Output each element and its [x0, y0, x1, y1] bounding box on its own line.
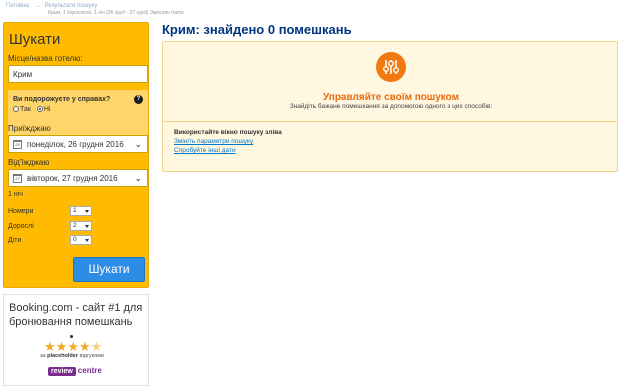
notice-subtext: Знайдіть бажане помешкання за допомогою …	[289, 103, 493, 110]
option-title: Використайте вікно пошуку зліва	[174, 129, 282, 136]
star-icon: ★	[55, 339, 68, 354]
reviews-suffix: відгуками	[79, 353, 105, 359]
promo-headline: Booking.com - сайт #1 для бронювання пом…	[9, 302, 143, 328]
destination-label: Місце/назва готелю:	[8, 54, 83, 63]
nights-count: 1 ніч	[8, 191, 23, 198]
search-summary: Крим, 1 дорослого, 1 ніч (26 груд - 27 г…	[48, 10, 184, 17]
breadcrumb: Головна → Результати пошуку Крим, 1 доросл…	[6, 3, 184, 17]
logo-review-part: review	[48, 367, 76, 376]
rooms-label: Номери	[8, 208, 34, 215]
radio-yes[interactable]	[13, 106, 19, 112]
children-label: Діти	[8, 237, 22, 244]
reviews-text: за placeholder відгуками	[40, 353, 104, 359]
sliders-icon	[376, 52, 406, 82]
chevron-down-icon: ⌄	[134, 139, 142, 149]
radio-yes-label: Так	[20, 106, 31, 113]
chevron-down-icon: ⌄	[134, 173, 142, 183]
business-travel-question: Ви подорожуєте у справах?	[13, 96, 111, 103]
star-icon: ★	[67, 339, 79, 354]
star-icon: ★	[44, 339, 56, 354]
bullet-dot	[70, 335, 73, 338]
rooms-select[interactable]: 1	[70, 206, 92, 216]
search-button[interactable]: Шукати	[73, 257, 145, 282]
dropdown-arrow-icon	[85, 210, 89, 213]
promo-box: Booking.com - сайт #1 для бронювання пом…	[3, 294, 149, 386]
children-select-value: 0	[73, 236, 77, 243]
search-summary-details: Крим, 1 дорослого, 1 ніч (26 груд - 27 г…	[48, 10, 149, 16]
change-search-params-link[interactable]: Змініть параметри пошуку	[174, 138, 253, 145]
checkout-date-value: вівторок, 27 грудня 2016	[27, 174, 118, 183]
dropdown-arrow-icon	[85, 225, 89, 228]
checkin-date-field[interactable]: 26 понеділок, 26 грудня 2016 ⌄	[8, 135, 148, 153]
search-panel: Шукати Місце/назва готелю: Крим Ви подор…	[3, 22, 149, 288]
radio-no-label: Ні	[43, 106, 51, 113]
checkout-label: Від'їжджаю	[8, 158, 50, 167]
rooms-select-value: 1	[73, 207, 77, 214]
review-centre-logo[interactable]: review centre	[48, 360, 102, 378]
calendar-icon: 27	[13, 174, 22, 183]
calendar-icon: 26	[13, 140, 22, 149]
destination-input[interactable]: Крим	[8, 65, 148, 83]
adults-select[interactable]: 2	[70, 221, 92, 231]
reviews-prefix: за	[40, 353, 46, 359]
checkout-date-field[interactable]: 27 вівторок, 27 грудня 2016 ⌄	[8, 169, 148, 187]
change-dates-link[interactable]: Змінити дати	[150, 10, 184, 16]
reviews-source: placeholder	[47, 353, 78, 359]
breadcrumb-home[interactable]: Головна	[6, 3, 29, 9]
adults-label: Дорослі	[8, 223, 34, 230]
star-icon: ★	[78, 339, 91, 354]
notice-divider	[163, 121, 617, 122]
try-other-dates-link[interactable]: Спробуйте інші дати	[174, 147, 236, 154]
radio-no[interactable]	[36, 106, 43, 112]
help-icon[interactable]: ?	[134, 95, 143, 104]
half-star-icon: ★	[90, 339, 103, 354]
dropdown-arrow-icon	[85, 239, 89, 242]
search-tips-notice: Управляйте своїм пошуком Знайдіть бажане…	[162, 41, 618, 172]
children-select[interactable]: 0	[70, 235, 92, 245]
page-title: Крим: знайдено 0 помешкань	[162, 22, 352, 37]
checkin-date-value: понеділок, 26 грудня 2016	[27, 140, 124, 149]
logo-centre-part: centre	[77, 366, 102, 375]
breadcrumb-separator: →	[34, 3, 41, 9]
notice-heading: Управляйте своїм пошуком	[322, 92, 460, 103]
business-travel-options: Так Ні	[13, 106, 51, 113]
checkin-label: Приїжджаю	[8, 124, 51, 133]
search-panel-title: Шукати	[9, 31, 61, 48]
breadcrumb-current[interactable]: Результати пошуку	[45, 3, 97, 9]
adults-select-value: 2	[73, 222, 77, 229]
